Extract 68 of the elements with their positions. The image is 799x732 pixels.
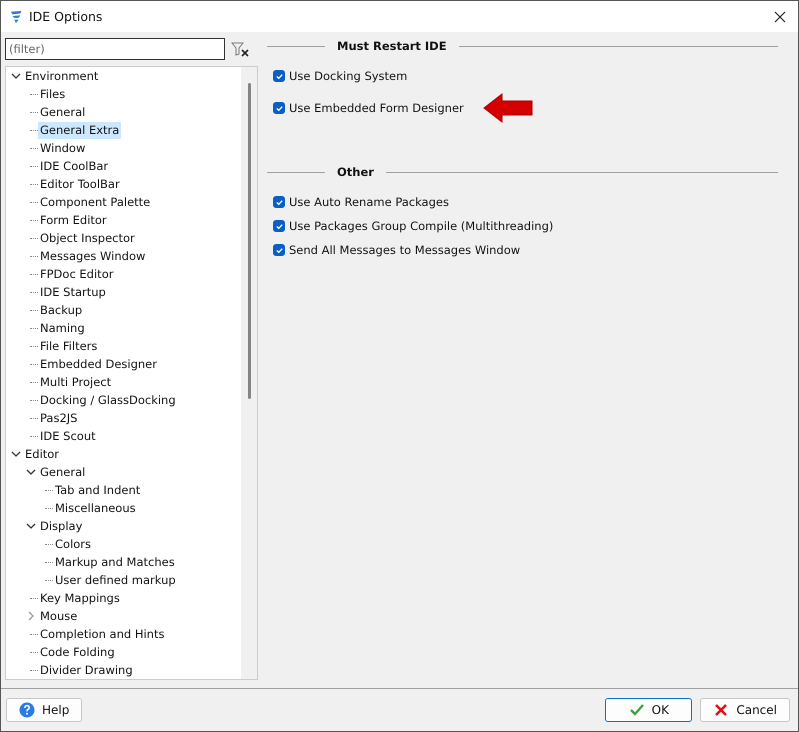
close-icon[interactable]	[774, 10, 786, 22]
tree-item[interactable]: Pas2JS	[38, 410, 80, 426]
tree-item[interactable]: Tab and Indent	[53, 482, 142, 498]
option-label: Use Embedded Form Designer	[289, 101, 464, 115]
group-heading: Other	[337, 165, 374, 179]
tree-item[interactable]: Code Folding	[38, 644, 117, 660]
tree-item[interactable]: Files	[38, 86, 68, 102]
tree-item[interactable]: Naming	[38, 320, 87, 336]
group-heading: Must Restart IDE	[337, 39, 447, 53]
help-icon	[19, 702, 35, 718]
checkbox[interactable]	[273, 220, 285, 232]
option-label: Use Docking System	[289, 69, 408, 83]
tree-item[interactable]: Multi Project	[38, 374, 114, 390]
option-label: Use Auto Rename Packages	[289, 195, 449, 209]
clear-filter-icon[interactable]	[231, 41, 249, 57]
option-label: Send All Messages to Messages Window	[289, 243, 520, 257]
checkmark-icon	[628, 702, 645, 718]
tree-item[interactable]: Key Mappings	[38, 590, 122, 606]
tree-item[interactable]: IDE Startup	[38, 284, 108, 300]
tree-item[interactable]: Completion and Hints	[38, 626, 166, 642]
tree-item[interactable]: Display	[38, 518, 84, 534]
tree-item[interactable]: Divider Drawing	[38, 662, 135, 678]
tree-item[interactable]: Backup	[38, 302, 84, 318]
tree-item[interactable]: IDE Scout	[38, 428, 98, 444]
tree-item[interactable]: General	[38, 464, 88, 480]
tree-item[interactable]: Markup and Matches	[53, 554, 177, 570]
checkmark-icon	[274, 72, 284, 80]
tree-item[interactable]: Object Inspector	[38, 230, 137, 246]
tree-item[interactable]: Form Editor	[38, 212, 109, 228]
checkbox[interactable]	[273, 102, 285, 114]
tree-item[interactable]: Window	[38, 140, 88, 156]
tree-item[interactable]: General	[38, 104, 88, 120]
option-label: Use Packages Group Compile (Multithreading)	[289, 219, 554, 233]
tree-item[interactable]: File Filters	[38, 338, 100, 354]
tree-item[interactable]: Editor	[23, 446, 62, 462]
tree-item[interactable]: Editor ToolBar	[38, 176, 122, 192]
tree-item[interactable]: Environment	[23, 68, 100, 84]
help-button[interactable]: Help	[6, 698, 82, 722]
checkmark-icon	[274, 222, 284, 230]
cross-icon	[713, 702, 730, 718]
checkmark-icon	[274, 104, 284, 112]
tree-item[interactable]: Embedded Designer	[38, 356, 159, 372]
tree-item[interactable]: Component Palette	[38, 194, 152, 210]
tree-item[interactable]: Miscellaneous	[53, 500, 138, 516]
ok-button[interactable]: OK	[605, 698, 692, 722]
scrollbar[interactable]	[241, 67, 257, 679]
checkbox[interactable]	[273, 244, 285, 256]
cancel-button[interactable]: Cancel	[700, 698, 790, 722]
checkbox[interactable]	[273, 196, 285, 208]
checkmark-icon	[274, 246, 284, 254]
app-logo-icon	[9, 8, 23, 24]
expanded-chevron-icon[interactable]	[10, 451, 20, 457]
tree-item[interactable]: General Extra	[38, 122, 122, 138]
expanded-chevron-icon[interactable]	[26, 469, 36, 475]
expanded-chevron-icon[interactable]	[10, 73, 20, 79]
tree-item[interactable]: Mouse	[38, 608, 80, 624]
tree-item[interactable]: Messages Window	[38, 248, 148, 264]
filter-field[interactable]: (filter)	[5, 38, 225, 60]
tree-item[interactable]: FPDoc Editor	[38, 266, 116, 282]
expanded-chevron-icon[interactable]	[26, 523, 36, 529]
tree-item[interactable]: Docking / GlassDocking	[38, 392, 178, 408]
checkmark-icon	[274, 198, 284, 206]
collapsed-chevron-icon[interactable]	[28, 611, 34, 621]
tree-item[interactable]: Colors	[53, 536, 94, 552]
checkbox[interactable]	[273, 70, 285, 82]
tree-item[interactable]: IDE CoolBar	[38, 158, 110, 174]
tree-item[interactable]: User defined markup	[53, 572, 178, 588]
window-title: IDE Options	[29, 9, 104, 24]
